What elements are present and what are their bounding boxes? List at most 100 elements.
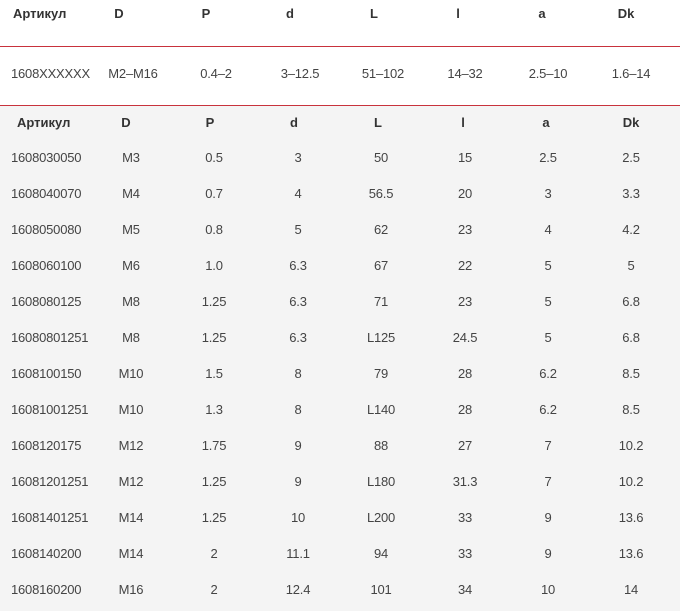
cell-l-thread: 27 (457, 438, 473, 453)
cell-l-thread: 31.3 (452, 474, 478, 489)
table-row: 1608160200 M16 2 12.4 101 34 10 14 (0, 582, 680, 602)
cell-d-major: M8 (122, 294, 140, 309)
cell-pitch: 1.3 (205, 402, 223, 417)
cell-dk: 4.2 (622, 222, 640, 237)
cell-d-minor: 8 (294, 366, 302, 381)
table-row: 1608030050 M3 0.5 3 50 15 2.5 2.5 (0, 150, 680, 170)
cell-pitch: 1.25 (201, 474, 227, 489)
table-row: 1608100150 M10 1.5 8 79 28 6.2 8.5 (0, 366, 680, 386)
cell-a-size: 7 (544, 474, 552, 489)
summary-cell-l-thread: 14–32 (447, 66, 483, 81)
cell-a-size: 6.2 (539, 366, 557, 381)
cell-d-minor: 6.3 (289, 258, 307, 273)
cell-l-thread: 33 (457, 510, 473, 525)
summary-header-d-major: D (114, 6, 124, 21)
detail-header-dk: Dk (622, 115, 640, 130)
cell-a-size: 6.2 (539, 402, 557, 417)
cell-article: 16080801251 (11, 330, 89, 345)
detail-header-length: L (374, 115, 382, 130)
cell-pitch: 2 (210, 546, 218, 561)
cell-d-major: M12 (118, 474, 144, 489)
cell-d-minor: 9 (294, 474, 302, 489)
cell-article: 1608160200 (11, 582, 82, 597)
cell-l-thread: 22 (457, 258, 473, 273)
detail-table: Артикул D Pd Ll a Dk 1608030050 M3 0.5 3 50 15 2.5 2.… (0, 106, 680, 611)
table-row: 16080801251 M8 1.25 6.3 L125 24.5 5 6.8 (0, 330, 680, 350)
table-row: 16081401251 M14 1.25 10 L200 33 9 13.6 (0, 510, 680, 530)
summary-cell-d-major: M2–M16 (108, 66, 158, 81)
detail-header-a-size: a (542, 115, 550, 130)
cell-pitch: 1.75 (201, 438, 227, 453)
table-row: 1608140200 M14 2 11.1 94 33 9 13.6 (0, 546, 680, 566)
cell-a-size: 2.5 (539, 150, 557, 165)
cell-dk: 14 (623, 582, 639, 597)
cell-d-minor: 6.3 (289, 330, 307, 345)
cell-d-minor: 8 (294, 402, 302, 417)
summary-cell-d-minor: 3–12.5 (280, 66, 320, 81)
cell-d-major: M4 (122, 186, 140, 201)
detail-header-d-major: D (121, 115, 131, 130)
summary-header-l-thread: l (456, 6, 460, 21)
cell-pitch: 0.8 (205, 222, 223, 237)
cell-length: L200 (366, 510, 396, 525)
table-row: 1608060100 M6 1.0 6.3 67 22 5 5 (0, 258, 680, 278)
cell-article: 1608050080 (11, 222, 82, 237)
cell-length: 67 (373, 258, 389, 273)
cell-article: 16081401251 (11, 510, 89, 525)
table-row: 16081201251 M12 1.25 9 L180 31.3 7 10.2 (0, 474, 680, 494)
cell-d-major: M16 (118, 582, 144, 597)
cell-d-major: M14 (118, 510, 144, 525)
cell-a-size: 9 (544, 546, 552, 561)
cell-d-major: M14 (118, 546, 144, 561)
cell-d-major: M3 (122, 150, 140, 165)
cell-pitch: 2 (210, 582, 218, 597)
detail-header-d-minor: d (290, 115, 298, 130)
cell-a-size: 3 (544, 186, 552, 201)
cell-d-major: M6 (122, 258, 140, 273)
cell-length: L180 (366, 474, 396, 489)
cell-a-size: 7 (544, 438, 552, 453)
cell-l-thread: 28 (457, 366, 473, 381)
cell-dk: 5 (627, 258, 635, 273)
summary-header-d-minor: d (286, 6, 294, 21)
cell-dk: 3.3 (622, 186, 640, 201)
cell-dk: 8.5 (622, 402, 640, 417)
summary-table: Артикул D Pd Ll a Dk 1608XXXXXX M2–M16 0.4–2 3–1… (0, 0, 680, 106)
cell-article: 1608040070 (11, 186, 82, 201)
cell-length: 101 (370, 582, 392, 597)
cell-article: 1608120175 (11, 438, 82, 453)
summary-cell-article: 1608XXXXXX (11, 66, 90, 81)
cell-d-minor: 6.3 (289, 294, 307, 309)
cell-article: 1608140200 (11, 546, 82, 561)
cell-d-minor: 3 (294, 150, 302, 165)
table-row: 1608040070 M4 0.7 4 56.5 20 3 3.3 (0, 186, 680, 206)
cell-d-major: M5 (122, 222, 140, 237)
cell-d-minor: 5 (294, 222, 302, 237)
cell-l-thread: 15 (457, 150, 473, 165)
detail-header-l-thread: l (461, 115, 465, 130)
cell-d-minor: 9 (294, 438, 302, 453)
cell-length: 50 (373, 150, 389, 165)
cell-a-size: 10 (540, 582, 556, 597)
cell-a-size: 5 (544, 258, 552, 273)
cell-dk: 6.8 (622, 294, 640, 309)
cell-d-major: M12 (118, 438, 144, 453)
summary-header-dk: Dk (617, 6, 635, 21)
table-row: 1608120175 M12 1.75 9 88 27 7 10.2 (0, 438, 680, 458)
cell-l-thread: 24.5 (452, 330, 478, 345)
cell-a-size: 5 (544, 330, 552, 345)
cell-d-major: M8 (122, 330, 140, 345)
detail-header-pitch: P (205, 115, 215, 130)
cell-d-major: M10 (118, 402, 144, 417)
cell-article: 1608080125 (11, 294, 82, 309)
cell-d-minor: 12.4 (285, 582, 311, 597)
cell-length: 94 (373, 546, 389, 561)
cell-article: 16081001251 (11, 402, 89, 417)
summary-header-pitch: P (201, 6, 211, 21)
cell-d-minor: 4 (294, 186, 302, 201)
summary-header-length: L (370, 6, 378, 21)
detail-header-article: Артикул (17, 115, 71, 130)
cell-length: L125 (366, 330, 396, 345)
table-row: 16081001251 M10 1.3 8 L140 28 6.2 8.5 (0, 402, 680, 422)
table-row: 1608080125 M8 1.25 6.3 71 23 5 6.8 (0, 294, 680, 314)
